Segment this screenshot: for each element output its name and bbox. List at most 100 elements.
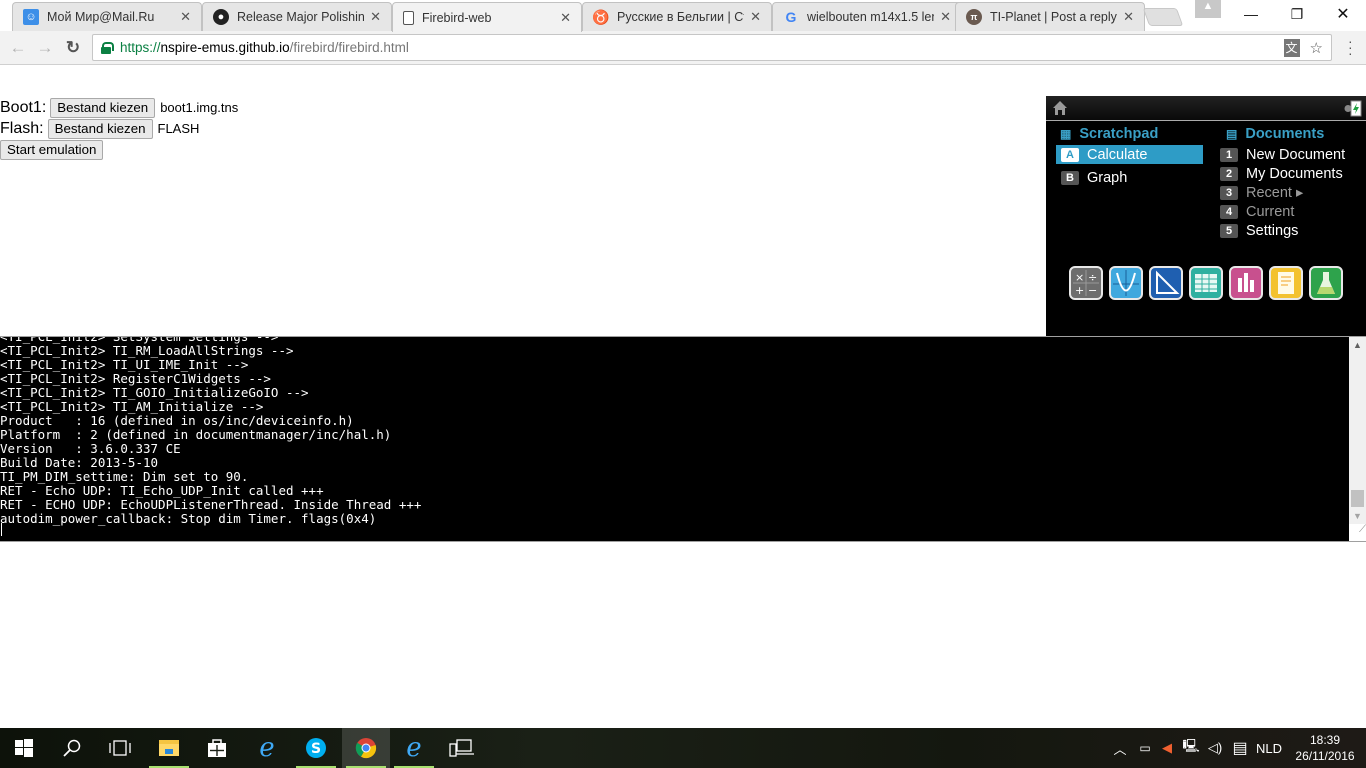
- tab-title: Русские в Бельгии | Сто: [617, 10, 745, 24]
- svg-text:÷: ÷: [1088, 271, 1097, 284]
- documents-item-current[interactable]: 4 Current: [1220, 202, 1294, 221]
- tab-title: wielbouten m14x1.5 len: [807, 10, 935, 24]
- geometry-app-icon[interactable]: [1149, 266, 1183, 300]
- address-bar[interactable]: https://nspire-emus.github.io/firebird/f…: [92, 34, 1332, 61]
- scratchpad-item-graph[interactable]: B Graph: [1056, 168, 1203, 187]
- internet-explorer-button-2[interactable]: e: [390, 728, 438, 768]
- close-icon[interactable]: ✕: [1123, 9, 1134, 25]
- console-line: <TI_PCL_Init2> RegisterC1Widgets -->: [0, 371, 271, 386]
- task-view-button[interactable]: [96, 728, 144, 768]
- lists-spreadsheet-app-icon[interactable]: [1189, 266, 1223, 300]
- tab-ti-planet[interactable]: π TI-Planet | Post a reply ✕: [955, 2, 1145, 31]
- flash-file-button[interactable]: Bestand kiezen: [47, 118, 153, 139]
- close-icon[interactable]: ✕: [370, 9, 381, 25]
- flash-row: Flash: Bestand kiezen FLASH: [0, 118, 238, 139]
- scrollbar-thumb[interactable]: [1351, 490, 1364, 507]
- svg-text:×: ×: [1075, 271, 1084, 284]
- data-statistics-app-icon[interactable]: [1229, 266, 1263, 300]
- browser-toolbar: ← → ↻ https://nspire-emus.github.io/fire…: [0, 31, 1366, 65]
- tab-mailru[interactable]: ☺ Мой Мир@Mail.Ru ✕: [12, 2, 202, 31]
- bookmark-star-icon[interactable]: ☆: [1310, 39, 1323, 57]
- profile-icon[interactable]: ▲: [1195, 0, 1221, 18]
- menu-icon[interactable]: · · ·: [1348, 34, 1353, 60]
- language-indicator[interactable]: NLD: [1254, 728, 1284, 768]
- new-tab-button[interactable]: [1142, 8, 1184, 26]
- forward-icon[interactable]: →: [34, 37, 56, 59]
- search-button[interactable]: [48, 728, 96, 768]
- console-output[interactable]: <TI_PCL_Init2> SetSystem Settings --> <TI…: [0, 336, 1366, 542]
- tab-russians-belgium[interactable]: ♉ Русские в Бельгии | Сто ✕: [582, 2, 772, 31]
- translate-icon[interactable]: 文: [1283, 39, 1300, 57]
- clock-date: 26/11/2016: [1295, 749, 1355, 763]
- vernier-dataquest-app-icon[interactable]: [1309, 266, 1343, 300]
- volume-muted-icon[interactable]: ◀: [1158, 728, 1176, 768]
- documents-item-settings[interactable]: 5 Settings: [1220, 221, 1298, 240]
- store-button[interactable]: [193, 728, 241, 768]
- flash-label: Flash:: [0, 119, 44, 137]
- calculator-screen[interactable]: ▦ Scratchpad A Calculate B Graph ▤ Docum…: [1046, 96, 1366, 336]
- continuum-button[interactable]: [438, 728, 486, 768]
- close-icon[interactable]: ✕: [560, 10, 571, 26]
- skype-button[interactable]: S: [292, 728, 340, 768]
- console-line: autodim_power_callback: Stop dim Timer. …: [0, 511, 377, 526]
- windows-taskbar: e S e ︿ ▭ ◀ 🖳 ◁) ▤ NLD 18:39 26/11/2016: [0, 728, 1366, 768]
- console-scrollbar[interactable]: ▲ ▼: [1349, 337, 1366, 525]
- rom-load-form: Boot1: Bestand kiezen boot1.img.tns Flas…: [0, 97, 238, 160]
- network-icon[interactable]: 🖳: [1180, 728, 1202, 768]
- documents-item-new-document[interactable]: 1 New Document: [1220, 145, 1345, 164]
- calculator-app-icon[interactable]: × ÷ + −: [1069, 266, 1103, 300]
- boot1-filename: boot1.img.tns: [160, 100, 239, 115]
- close-icon[interactable]: ✕: [180, 9, 191, 25]
- scratchpad-item-calculate[interactable]: A Calculate: [1056, 145, 1203, 164]
- documents-item-my-documents[interactable]: 2 My Documents: [1220, 164, 1343, 183]
- tab-title: Мой Мир@Mail.Ru: [47, 10, 155, 24]
- mailru-icon: ☺: [23, 9, 39, 25]
- documents-item-recent[interactable]: 3 Recent ▸: [1220, 183, 1303, 202]
- power-icon[interactable]: ▭: [1134, 728, 1156, 768]
- notes-app-icon[interactable]: [1269, 266, 1303, 300]
- tab-title: TI-Planet | Post a reply: [990, 10, 1117, 24]
- clock[interactable]: 18:39 26/11/2016: [1290, 732, 1360, 764]
- tab-google-search[interactable]: G wielbouten m14x1.5 len ✕: [772, 2, 962, 31]
- start-button[interactable]: [0, 728, 48, 768]
- reload-icon[interactable]: ↻: [62, 37, 84, 59]
- close-window-button[interactable]: ✕: [1320, 0, 1366, 28]
- lock-icon: [101, 41, 114, 54]
- svg-text:−: −: [1088, 284, 1097, 297]
- battery-icon: [1344, 100, 1362, 117]
- console-line: <TI_PCL_Init2> TI_UI_IME_Init -->: [0, 357, 249, 372]
- internet-explorer-button[interactable]: e: [243, 728, 291, 768]
- chrome-button[interactable]: [342, 728, 390, 768]
- action-center-icon[interactable]: ▤: [1229, 728, 1251, 768]
- google-icon: G: [785, 9, 797, 25]
- key-badge: 3: [1220, 185, 1238, 200]
- calculator-status-bar: [1046, 96, 1366, 121]
- home-icon: [1053, 101, 1067, 115]
- tab-title: Release Major Polishing: [237, 10, 365, 24]
- start-row: Start emulation: [0, 139, 238, 160]
- speaker-icon[interactable]: ◁): [1204, 728, 1226, 768]
- item-label: Current: [1246, 203, 1295, 220]
- start-icon: [15, 739, 33, 757]
- documents-title: Documents: [1245, 126, 1325, 142]
- start-emulation-button[interactable]: Start emulation: [0, 139, 104, 160]
- boot1-file-button[interactable]: Bestand kiezen: [50, 97, 156, 118]
- minimize-button[interactable]: —: [1228, 0, 1274, 28]
- svg-text:+: +: [1075, 284, 1084, 297]
- scroll-down-icon[interactable]: ▼: [1349, 508, 1366, 525]
- show-hidden-icons[interactable]: ︿: [1110, 728, 1130, 768]
- maximize-button[interactable]: ❐: [1274, 0, 1320, 28]
- console-line: Product : 16 (defined in os/inc/devicein…: [0, 413, 354, 428]
- graphs-app-icon[interactable]: [1109, 266, 1143, 300]
- tab-firebird-web[interactable]: Firebird-web ✕: [392, 2, 582, 32]
- close-icon[interactable]: ✕: [750, 9, 761, 25]
- resize-grip-icon[interactable]: ⟋: [1349, 524, 1366, 541]
- item-label: Settings: [1246, 222, 1299, 239]
- key-badge: 1: [1220, 147, 1238, 162]
- back-icon[interactable]: ←: [7, 37, 29, 59]
- tab-github[interactable]: ● Release Major Polishing ✕: [202, 2, 392, 31]
- close-icon[interactable]: ✕: [940, 9, 951, 25]
- scroll-up-icon[interactable]: ▲: [1349, 337, 1366, 354]
- github-icon: ●: [213, 9, 229, 25]
- file-explorer-button[interactable]: [145, 728, 193, 768]
